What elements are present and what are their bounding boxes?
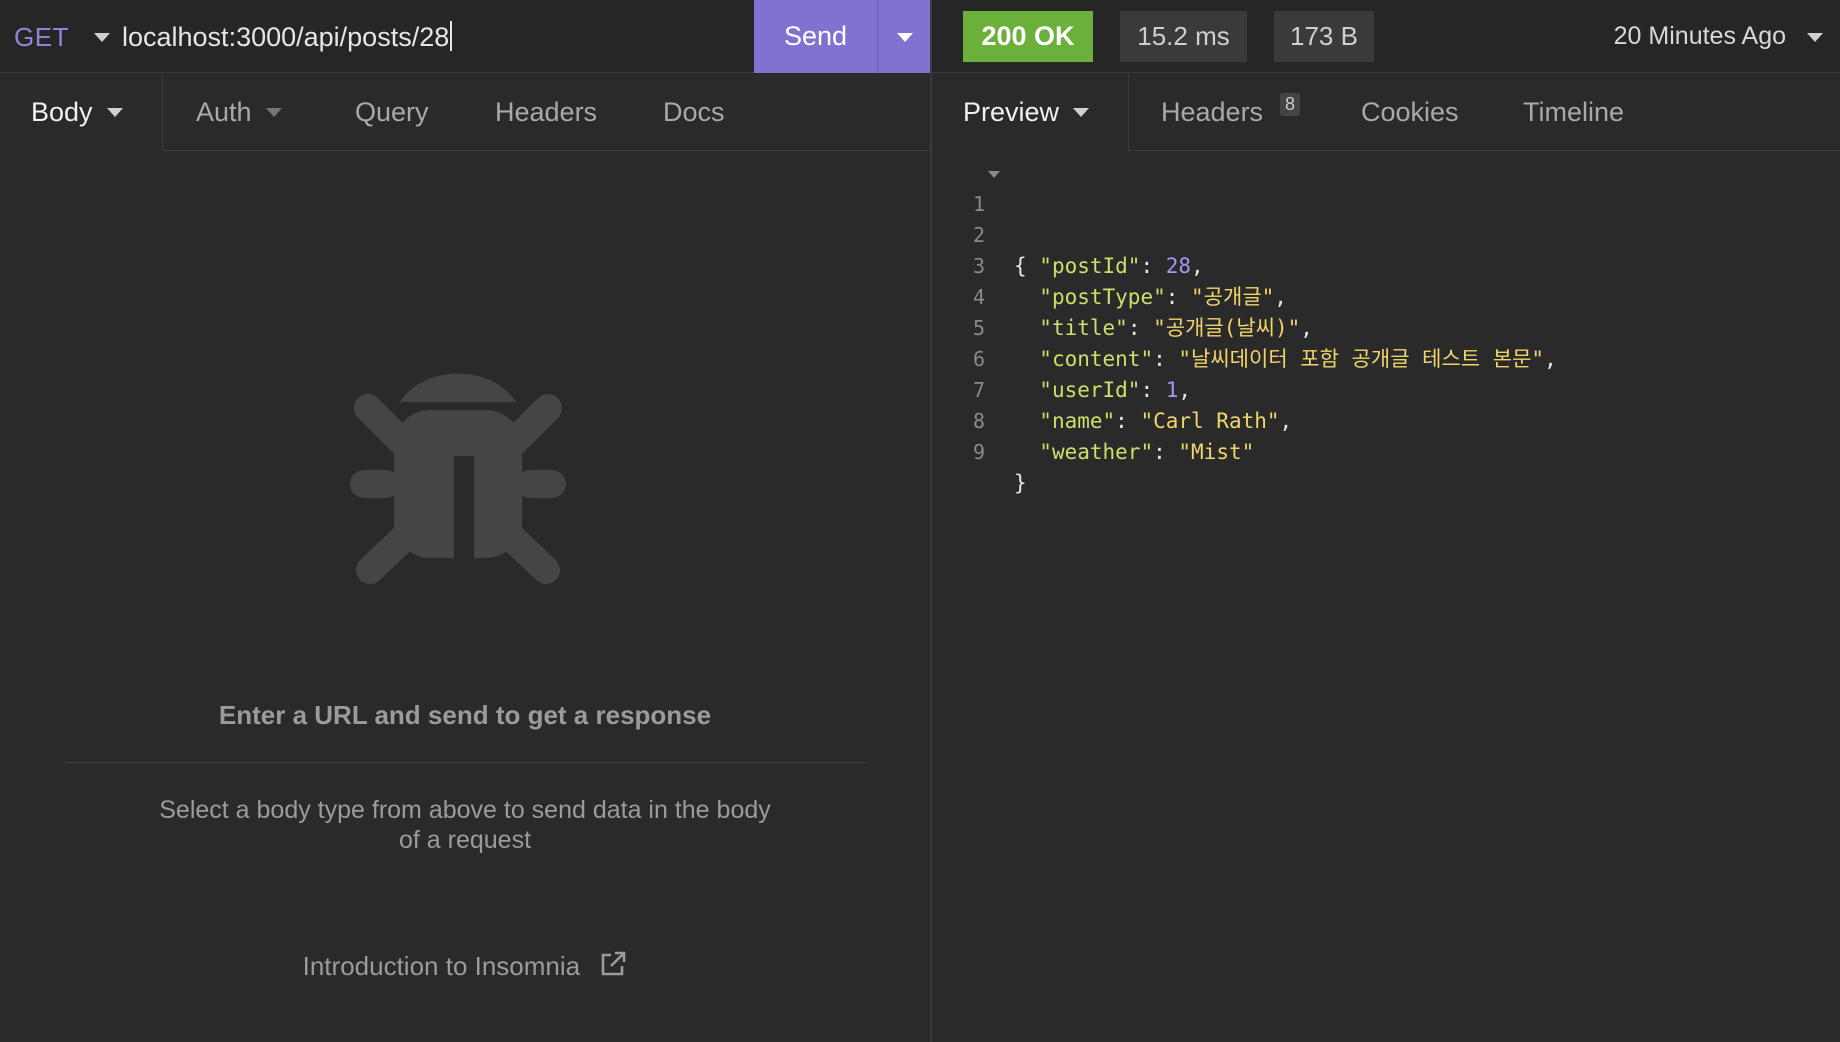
tab-response-headers[interactable]: Headers 8	[1129, 74, 1326, 151]
code-text: }	[1014, 471, 1027, 495]
code-text: "weather": "Mist"	[1039, 440, 1255, 464]
empty-state-description: Select a body type from above to send da…	[159, 796, 771, 854]
tab-auth[interactable]: Auth	[163, 74, 323, 151]
code-line: 9 }	[932, 406, 1840, 495]
code-line: 5 "content": "날씨데이터 포함 공개글 테스트 본문",	[932, 282, 1840, 371]
tab-label: Headers	[495, 97, 598, 127]
code-line: 3 "postType": "공개글",	[932, 220, 1840, 309]
tab-body[interactable]: Body	[0, 74, 162, 151]
code-line: 6 "userId": 1,	[932, 313, 1840, 402]
code-line: 2 "postId": 28,	[932, 189, 1840, 278]
tab-docs[interactable]: Docs	[630, 74, 790, 151]
url-text: localhost:3000/api/posts/28	[122, 22, 450, 52]
top-bar: GET localhost:3000/api/posts/28 Send 200…	[0, 0, 1840, 73]
tab-label: Body	[31, 97, 93, 127]
tab-label: Preview	[963, 97, 1060, 127]
intro-link-label: Introduction to Insomnia	[302, 951, 581, 981]
http-method-selector[interactable]: GET	[14, 22, 69, 53]
code-line: 1 {	[932, 158, 1840, 278]
send-button[interactable]: Send	[754, 0, 878, 73]
response-time-badge: 15.2 ms	[1120, 11, 1247, 62]
external-link-icon	[602, 951, 626, 976]
request-tabs: Body Auth Query Headers Docs	[0, 74, 930, 151]
tab-label: Docs	[663, 97, 725, 127]
tab-label: Auth	[196, 97, 252, 127]
chevron-down-icon	[897, 33, 913, 42]
response-size-badge: 173 B	[1274, 11, 1374, 62]
tab-cookies[interactable]: Cookies	[1326, 74, 1489, 151]
chevron-down-icon[interactable]	[1807, 33, 1823, 42]
insomnia-window: GET localhost:3000/api/posts/28 Send 200…	[0, 0, 1840, 1042]
chevron-down-icon	[106, 108, 123, 117]
tab-label: Headers	[1161, 97, 1264, 127]
line-number: 9	[972, 440, 985, 464]
intro-link[interactable]: Introduction to Insomnia	[0, 950, 930, 982]
tab-preview[interactable]: Preview	[932, 74, 1128, 151]
response-body-viewer[interactable]: 1 { 2 "postId": 28, 3 "postType": "공개글",…	[932, 158, 1840, 495]
headers-count-badge: 8	[1280, 93, 1301, 116]
chevron-down-icon	[265, 108, 282, 117]
response-history-selector[interactable]: 20 Minutes Ago	[1614, 22, 1786, 51]
code-line: 4 "title": "공개글(날씨)",	[932, 251, 1840, 340]
json-value: "Mist"	[1178, 440, 1255, 464]
tab-query[interactable]: Query	[323, 74, 463, 151]
tab-label: Cookies	[1361, 97, 1459, 127]
code-line: 8 "weather": "Mist"	[932, 375, 1840, 464]
send-options-dropdown[interactable]	[878, 0, 930, 73]
json-key: "weather"	[1039, 440, 1154, 464]
tab-label: Query	[355, 97, 429, 127]
response-tabs: Preview Headers 8 Cookies Timeline	[932, 74, 1840, 151]
chevron-down-icon[interactable]	[94, 33, 110, 42]
status-badge: 200 OK	[963, 11, 1093, 62]
code-line: 7 "name": "Carl Rath",	[932, 344, 1840, 433]
text-cursor	[450, 21, 453, 51]
empty-state-title: Enter a URL and send to get a response	[218, 700, 712, 730]
tab-headers[interactable]: Headers	[463, 74, 630, 151]
bug-icon	[350, 373, 566, 584]
divider	[65, 762, 866, 763]
tab-label: Timeline	[1523, 97, 1625, 127]
url-input[interactable]: localhost:3000/api/posts/28	[122, 21, 453, 53]
tab-timeline[interactable]: Timeline	[1489, 74, 1659, 151]
url-bar: GET localhost:3000/api/posts/28 Send	[0, 0, 930, 73]
fold-arrow-icon[interactable]	[988, 171, 1000, 178]
chevron-down-icon	[1073, 108, 1090, 117]
